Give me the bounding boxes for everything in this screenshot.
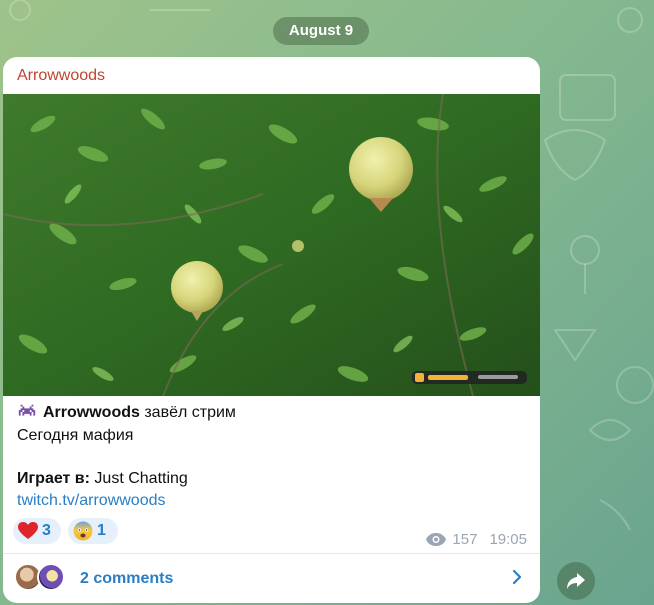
reaction-fearful[interactable]: 1 [68, 518, 118, 544]
share-arrow-icon [567, 573, 585, 589]
stream-started-line: Arrowwoods завёл стрим [17, 404, 236, 422]
comments-label[interactable]: 2 comments [80, 570, 173, 588]
reaction-count: 3 [42, 522, 51, 539]
heart-icon [18, 522, 38, 539]
playing-line: Играет в: Just Chatting [17, 470, 188, 488]
stream-description: Сегодня мафия [17, 427, 134, 444]
chevron-right-icon[interactable] [512, 569, 522, 585]
message-meta: 157 19:05 [426, 531, 527, 548]
fearful-face-icon [73, 521, 93, 541]
stream-action-text: завёл стрим [144, 404, 236, 421]
date-separator: August 9 [273, 17, 369, 45]
reaction-count: 1 [97, 522, 106, 539]
view-count: 157 [452, 531, 478, 548]
reaction-heart[interactable]: 3 [13, 518, 61, 544]
playing-value: Just Chatting [94, 470, 188, 487]
space-invader-emoji-icon [18, 404, 36, 416]
share-button[interactable] [557, 562, 595, 600]
message-time: 19:05 [489, 531, 527, 548]
comments-button[interactable]: 2 comments [3, 554, 540, 603]
channel-name[interactable]: Arrowwoods [17, 67, 105, 85]
playing-label: Играет в: [17, 470, 90, 487]
stream-link[interactable]: twitch.tv/arrowwoods [17, 492, 166, 510]
commenter-avatar [37, 563, 65, 591]
pomegranate-tree-photo[interactable] [3, 94, 540, 396]
streamer-name[interactable]: Arrowwoods [43, 404, 140, 421]
channel-post-bubble: Arrowwoods Arrowwoods завёл стрим Сегодн… [3, 57, 540, 603]
eye-icon [426, 533, 447, 546]
